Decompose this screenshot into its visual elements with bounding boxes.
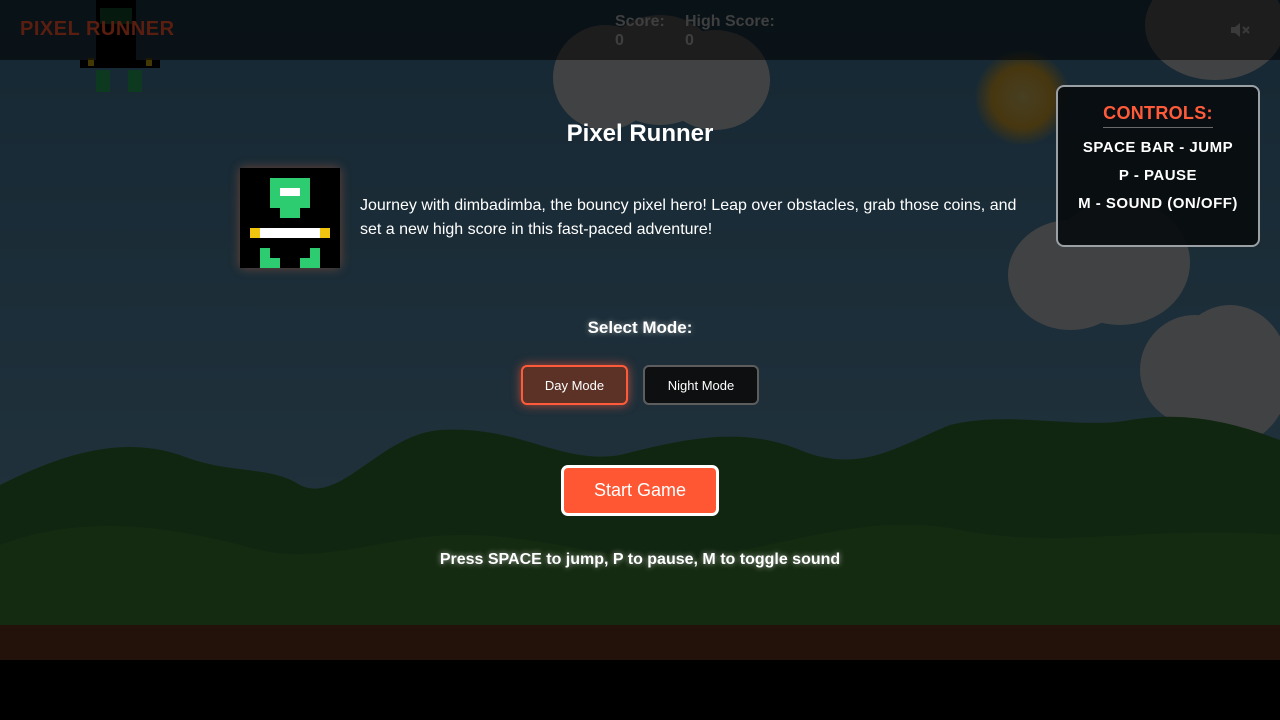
- controls-panel: CONTROLS: SPACE BAR - JUMP P - PAUSE M -…: [1056, 85, 1260, 247]
- hero-sprite: [250, 178, 330, 268]
- day-mode-button[interactable]: Day Mode: [521, 365, 628, 405]
- score-value: 0: [615, 32, 624, 49]
- controls-item-sound: M - SOUND (ON/OFF): [1078, 195, 1238, 212]
- game-description: Journey with dimbadimba, the bouncy pixe…: [360, 197, 1017, 238]
- high-score-label: High Score:: [685, 13, 775, 30]
- mode-label: Select Mode:: [587, 318, 693, 337]
- controls-item-pause: P - PAUSE: [1118, 167, 1198, 184]
- hero-portrait: [240, 168, 340, 268]
- below-ground: [0, 660, 1280, 720]
- speaker-muted-icon[interactable]: [1228, 18, 1252, 42]
- controls-item-jump: SPACE BAR - JUMP: [1082, 139, 1234, 156]
- high-score-display: High Score: 0: [685, 12, 775, 50]
- logo: PIXEL RUNNER: [20, 18, 175, 40]
- top-bar: PIXEL RUNNER Score: 0 High Score: 0: [0, 0, 1280, 60]
- controls-hint: Press SPACE to jump, P to pause, M to to…: [439, 551, 841, 568]
- score-label: Score:: [615, 13, 665, 30]
- high-score-value: 0: [685, 32, 694, 49]
- night-mode-button[interactable]: Night Mode: [643, 365, 759, 405]
- controls-title: CONTROLS:: [1103, 103, 1213, 128]
- start-game-button[interactable]: Start Game: [561, 465, 719, 516]
- score-display: Score: 0: [615, 12, 665, 50]
